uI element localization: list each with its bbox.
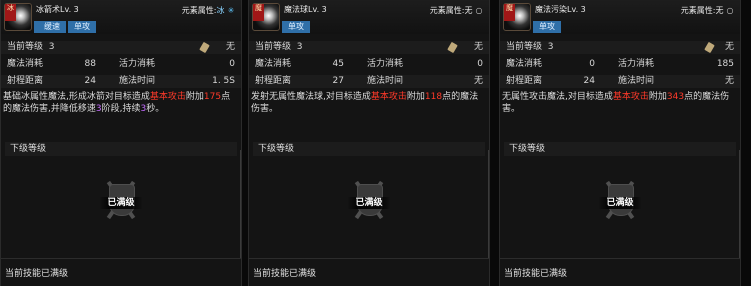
range-value: 27	[332, 76, 344, 86]
skill-type-badge: 魔	[253, 4, 264, 21]
cast-time-label: 施法时间	[618, 76, 655, 86]
skill-panel-ice-arrow: 冰 冰箭术Lv. 3 元素属性:冰 ✳ 缓速 单攻 当前等级 3 无 魔法消耗 …	[0, 0, 242, 286]
maxed-emblem-icon: 已满级	[93, 178, 149, 224]
cast-time-label: 施法时间	[119, 76, 156, 86]
mp-label: 魔法消耗	[255, 59, 292, 69]
cast-time-value: 无	[473, 76, 483, 86]
cast-time-label: 施法时间	[367, 76, 404, 86]
maxed-emblem-icon: 已满级	[341, 178, 397, 224]
panel-header: 魔 魔法球Lv. 3 元素属性:无 ○ 单攻	[249, 0, 489, 34]
maxed-label: 已满级	[347, 197, 391, 209]
element-attribute: 元素属性:冰 ✳	[182, 5, 235, 16]
maxed-label: 已满级	[99, 197, 143, 209]
mp-value: 45	[332, 59, 344, 69]
cost-row: 魔法消耗 0 活力消耗 185	[500, 58, 740, 71]
scroll-value: 无	[225, 42, 235, 52]
maxed-emblem-icon: 已满级	[592, 178, 648, 224]
range-row: 射程距离 24 施法时间 1. 5S	[1, 75, 241, 88]
range-row: 射程距离 24 施法时间 无	[500, 75, 740, 88]
current-level-label: 当前等级 3	[7, 42, 55, 52]
element-value: 无	[715, 6, 724, 15]
maxed-label: 已满级	[598, 197, 642, 209]
tag-slow: 缓速	[34, 21, 66, 33]
vitality-value: 0	[229, 59, 235, 69]
tag-single-target: 单攻	[282, 21, 310, 33]
skill-tags: 缓速 单攻	[34, 21, 96, 33]
skill-name: 魔法球Lv. 3	[284, 5, 327, 14]
ice-arrow-skill-icon[interactable]: 冰	[4, 3, 32, 31]
range-value: 24	[583, 76, 595, 86]
current-level-row: 当前等级 3 无	[500, 41, 740, 54]
panel-header: 魔 魔法污染Lv. 3 元素属性:无 ○ 单攻	[500, 0, 740, 34]
cast-time-value: 1. 5S	[212, 76, 235, 86]
mp-value: 88	[84, 59, 96, 69]
skill-description: 无属性攻击魔法,对目标造成基本攻击附加343点的魔法伤害。	[502, 92, 730, 114]
range-label: 射程距离	[7, 76, 44, 86]
scroll-value: 无	[724, 42, 734, 52]
element-value: 无	[464, 6, 473, 15]
skill-name: 魔法污染Lv. 3	[535, 5, 586, 14]
panel-header: 冰 冰箭术Lv. 3 元素属性:冰 ✳ 缓速 单攻	[1, 0, 241, 34]
next-level-header: 下级等级	[253, 142, 485, 156]
skill-panels: 冰 冰箭术Lv. 3 元素属性:冰 ✳ 缓速 单攻 当前等级 3 无 魔法消耗 …	[0, 0, 751, 286]
element-attribute: 元素属性:无 ○	[681, 5, 734, 16]
max-level-status: 当前技能已满级	[5, 269, 69, 279]
current-level-row: 当前等级 3 无	[1, 41, 241, 54]
scroll-icon	[704, 41, 715, 54]
max-level-status: 当前技能已满级	[504, 269, 568, 279]
snowflake-icon: ✳	[227, 6, 235, 15]
current-level-label: 当前等级 3	[506, 42, 554, 52]
divider	[249, 258, 489, 259]
element-label: 元素属性:	[429, 6, 465, 15]
element-attribute: 元素属性:无 ○	[430, 5, 483, 16]
element-label: 元素属性:	[680, 6, 716, 15]
skill-tags: 单攻	[282, 21, 310, 33]
vitality-value: 0	[477, 59, 483, 69]
max-level-status: 当前技能已满级	[253, 269, 317, 279]
next-level-header: 下级等级	[504, 142, 736, 156]
vitality-value: 185	[716, 59, 734, 69]
next-level-header: 下级等级	[5, 142, 237, 156]
skill-type-badge: 冰	[5, 4, 16, 21]
ring-icon: ○	[726, 6, 734, 15]
vitality-label: 活力消耗	[367, 59, 404, 69]
current-level-row: 当前等级 3 无	[249, 41, 489, 54]
scrollbar[interactable]	[739, 150, 740, 258]
divider	[1, 258, 241, 259]
scrollbar[interactable]	[488, 150, 489, 258]
skill-panel-magic-pollution: 魔 魔法污染Lv. 3 元素属性:无 ○ 单攻 当前等级 3 无 魔法消耗 0 …	[499, 0, 741, 286]
tag-single-target: 单攻	[68, 21, 96, 33]
range-value: 24	[84, 76, 96, 86]
cast-time-value: 无	[724, 76, 734, 86]
cost-row: 魔法消耗 45 活力消耗 0	[249, 58, 489, 71]
skill-type-badge: 魔	[504, 4, 515, 21]
range-label: 射程距离	[506, 76, 543, 86]
mp-label: 魔法消耗	[7, 59, 44, 69]
cost-row: 魔法消耗 88 活力消耗 0	[1, 58, 241, 71]
skill-tags: 单攻	[533, 21, 561, 33]
scroll-value: 无	[473, 42, 483, 52]
scroll-icon	[447, 41, 458, 54]
skill-panel-magic-ball: 魔 魔法球Lv. 3 元素属性:无 ○ 单攻 当前等级 3 无 魔法消耗 45 …	[248, 0, 490, 286]
scrollbar[interactable]	[240, 150, 241, 258]
magic-ball-skill-icon[interactable]: 魔	[252, 3, 280, 31]
vitality-label: 活力消耗	[618, 59, 655, 69]
element-value: 冰	[216, 6, 225, 15]
skill-description: 发射无属性魔法球,对目标造成基本攻击附加118点的魔法伤害。	[251, 92, 479, 114]
element-label: 元素属性:	[181, 6, 217, 15]
current-level-label: 当前等级 3	[255, 42, 303, 52]
skill-description: 基础冰属性魔法,形成冰箭对目标造成基本攻击附加175点的魔法伤害,并降低移速3阶…	[3, 92, 231, 114]
divider	[500, 258, 740, 259]
ring-icon: ○	[475, 6, 483, 15]
skill-name: 冰箭术Lv. 3	[36, 5, 79, 14]
tag-single-target: 单攻	[533, 21, 561, 33]
mp-value: 0	[589, 59, 595, 69]
vitality-label: 活力消耗	[119, 59, 156, 69]
magic-pollution-skill-icon[interactable]: 魔	[503, 3, 531, 31]
range-label: 射程距离	[255, 76, 292, 86]
mp-label: 魔法消耗	[506, 59, 543, 69]
scroll-icon	[199, 41, 210, 54]
range-row: 射程距离 27 施法时间 无	[249, 75, 489, 88]
